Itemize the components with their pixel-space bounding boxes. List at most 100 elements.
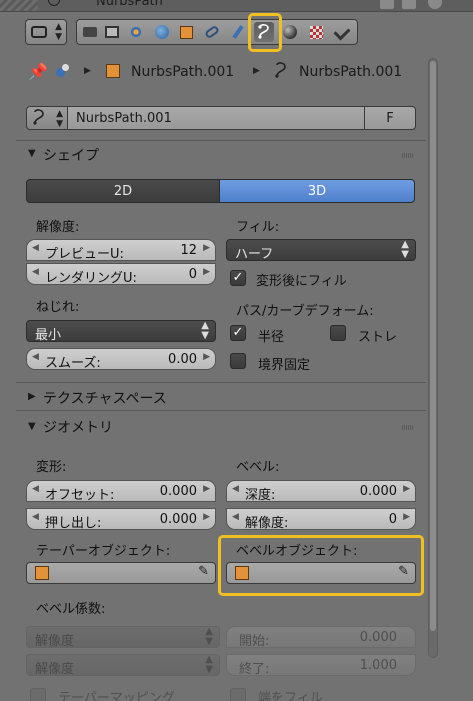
- render-u-field[interactable]: ◀ レンダリングU: 0 ▶: [26, 263, 216, 286]
- bevel-label: ベベル:: [236, 460, 280, 475]
- decrement-icon[interactable]: ◀: [232, 484, 239, 494]
- depth-value: 0.000: [359, 484, 397, 499]
- panel-separator: [16, 382, 426, 383]
- bevel-factor-end-value: 1.000: [359, 658, 397, 673]
- constraints-icon[interactable]: [202, 22, 222, 42]
- render-layers-icon[interactable]: [102, 22, 122, 42]
- increment-icon[interactable]: ▶: [203, 352, 210, 362]
- decrement-icon[interactable]: ◀: [232, 512, 239, 522]
- fill-mode-value: ハーフ: [235, 247, 274, 262]
- bounds-clamp-checkbox[interactable]: [230, 353, 246, 369]
- texture-icon[interactable]: [306, 22, 326, 42]
- fill-deform-checkbox[interactable]: ✓: [230, 270, 246, 286]
- fill-caps-label: 端をフィル: [258, 691, 323, 701]
- breadcrumb-object: NurbsPath.001: [131, 64, 235, 80]
- decrement-icon[interactable]: ◀: [32, 243, 39, 253]
- preview-u-field[interactable]: ◀ プレビューU: 12 ▶: [26, 239, 216, 262]
- map-taper-label: テーパーマッピング: [58, 691, 175, 701]
- datablock-name-field[interactable]: NurbsPath.001: [67, 106, 365, 130]
- bevel-factor-mode-end-dropdown[interactable]: 解像度 ▲ ▼: [26, 654, 220, 677]
- twist-method-value: 最小: [35, 328, 62, 343]
- expand-down-icon[interactable]: ▼: [28, 148, 36, 159]
- datablock-name: NurbsPath.001: [76, 111, 172, 126]
- radius-label: 半径: [258, 330, 285, 345]
- chevron-updown-icon: ▲ ▼: [401, 239, 409, 260]
- fake-user-label: F: [386, 111, 394, 126]
- scrollbar-thumb[interactable]: [430, 61, 436, 631]
- render-icon[interactable]: [80, 22, 100, 42]
- bevel-factor-start-value: 0.000: [359, 630, 397, 645]
- depth-field[interactable]: ◀ 深度: 0.000 ▶: [226, 480, 416, 503]
- scene-icon[interactable]: [126, 22, 146, 42]
- chevron-updown-icon: ▲ ▼: [56, 109, 63, 129]
- breadcrumb-sep-icon: ▶: [253, 66, 260, 76]
- modifiers-icon[interactable]: [228, 22, 248, 42]
- toggle-icon: [31, 26, 47, 38]
- expand-right-icon[interactable]: ▶: [28, 391, 36, 402]
- extrude-field[interactable]: ◀ 押し出し: 0.000 ▶: [26, 508, 216, 531]
- fake-user-button[interactable]: F: [364, 106, 416, 130]
- decrement-icon[interactable]: ◀: [32, 484, 39, 494]
- increment-icon[interactable]: ▶: [203, 243, 210, 253]
- smooth-value: 0.00: [168, 352, 197, 367]
- curve-icon: [274, 61, 288, 85]
- particles-icon[interactable]: [332, 22, 352, 42]
- bevel-resolution-field[interactable]: ◀ 解像度: 0 ▶: [226, 508, 416, 531]
- object-icon: [48, 0, 60, 6]
- camera-icon[interactable]: [402, 0, 416, 9]
- increment-icon[interactable]: ▶: [203, 484, 210, 494]
- smooth-field[interactable]: ◀ スムーズ: 0.00 ▶: [26, 348, 216, 371]
- scrollbar[interactable]: [428, 58, 438, 658]
- increment-icon[interactable]: ▶: [403, 512, 410, 522]
- decrement-icon[interactable]: ◀: [32, 352, 39, 362]
- offset-label: オフセット:: [45, 488, 115, 503]
- render-u-label: レンダリングU:: [45, 271, 137, 286]
- fill-mode-dropdown[interactable]: ハーフ ▲ ▼: [226, 239, 416, 262]
- map-taper-checkbox[interactable]: [30, 688, 46, 701]
- bevel-object-highlight: [218, 535, 424, 596]
- world-icon[interactable]: [152, 22, 172, 42]
- resolution-label: 解像度:: [36, 220, 80, 235]
- dimension-3d-button[interactable]: 3D: [219, 179, 415, 203]
- expand-down-icon[interactable]: ▼: [28, 421, 36, 432]
- increment-icon[interactable]: ▶: [403, 484, 410, 494]
- depth-label: 深度:: [245, 488, 276, 503]
- material-icon[interactable]: [280, 22, 300, 42]
- panel-header-texture-space[interactable]: テクスチャスペース: [43, 388, 167, 408]
- cursor-icon[interactable]: [380, 0, 394, 9]
- panel-separator: [16, 410, 426, 411]
- decrement-icon[interactable]: ◀: [32, 512, 39, 522]
- fill-label: フィル:: [236, 220, 280, 235]
- object-icon[interactable]: [176, 22, 196, 42]
- bevel-factor-start-field[interactable]: 開始: 0.000: [226, 626, 416, 649]
- bevel-resolution-label: 解像度:: [245, 516, 289, 531]
- chevron-updown-icon: ▲ ▼: [201, 320, 209, 341]
- fill-caps-checkbox[interactable]: [230, 688, 246, 701]
- panel-separator: [16, 140, 426, 141]
- radius-checkbox[interactable]: ✓: [230, 325, 246, 341]
- area-split-handle[interactable]: [0, 0, 38, 11]
- decrement-icon[interactable]: ◀: [32, 267, 39, 277]
- taper-object-label: テーパーオブジェクト:: [36, 544, 171, 559]
- datablock-browse-button[interactable]: ▲ ▼: [26, 106, 68, 130]
- eyedropper-icon[interactable]: ✎: [198, 564, 209, 579]
- increment-icon[interactable]: ▶: [203, 267, 210, 277]
- extrude-value: 0.000: [159, 512, 197, 527]
- increment-icon[interactable]: ▶: [203, 512, 210, 522]
- twist-method-dropdown[interactable]: 最小 ▲ ▼: [26, 320, 216, 343]
- restrict-icon[interactable]: [428, 0, 442, 9]
- panel-header-geometry[interactable]: ジオメトリ: [43, 417, 113, 437]
- dimension-2d-button[interactable]: 2D: [26, 179, 220, 203]
- stretch-checkbox[interactable]: [330, 325, 346, 341]
- bevel-factor-end-field[interactable]: 終了: 1.000: [226, 654, 416, 677]
- bevel-factor-mode-start-dropdown[interactable]: 解像度 ▲ ▼: [26, 626, 220, 649]
- panel-header-shape[interactable]: シェイプ: [43, 145, 99, 165]
- pin-toggle-dropdown[interactable]: ▲ ▼: [25, 19, 67, 45]
- panel-grip-icon[interactable]: [402, 425, 414, 430]
- offset-field[interactable]: ◀ オフセット: 0.000 ▶: [26, 480, 216, 503]
- fill-deform-label: 変形後にフィル: [256, 274, 347, 289]
- pin-icon[interactable]: 📌: [28, 62, 48, 81]
- taper-object-field[interactable]: ✎: [26, 562, 216, 584]
- panel-grip-icon[interactable]: [402, 153, 414, 158]
- dimension-2d-label: 2D: [113, 184, 133, 199]
